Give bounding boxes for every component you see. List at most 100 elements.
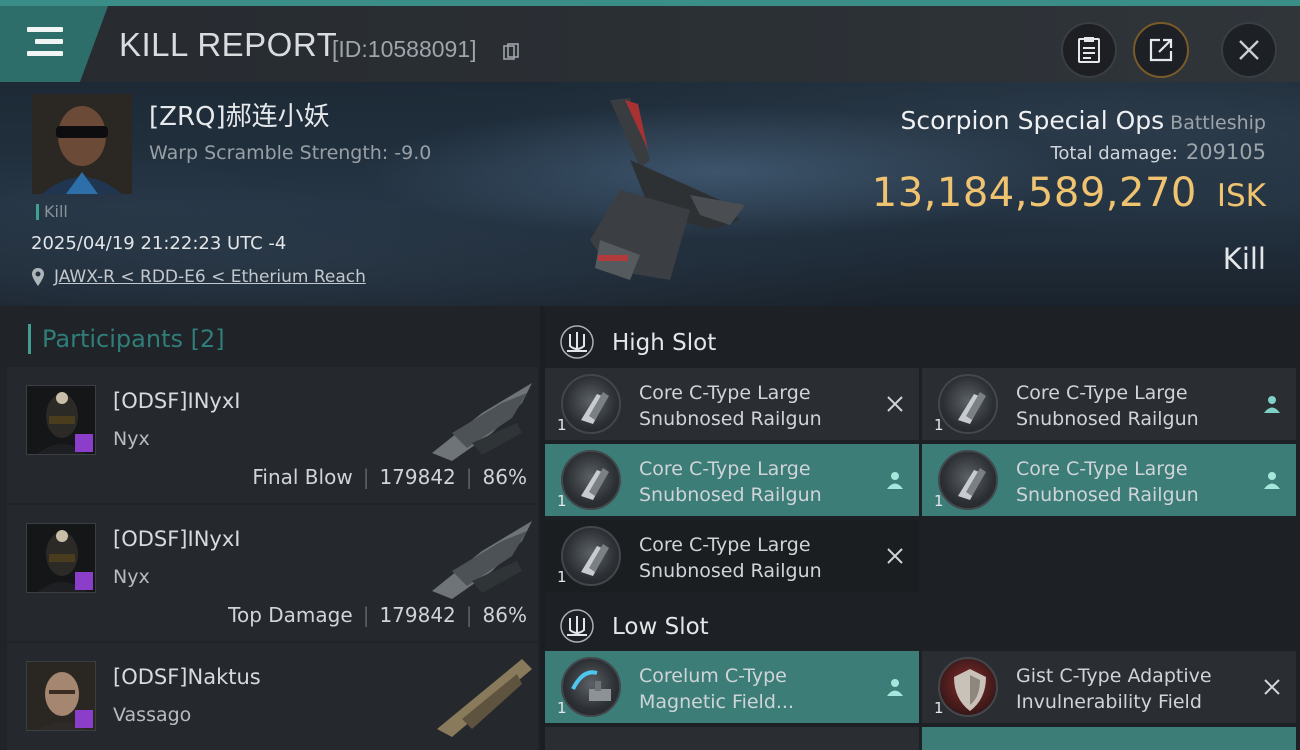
module-name: Core C-Type Large Snubnosed Railgun xyxy=(639,458,822,506)
person-icon xyxy=(887,472,903,489)
ship-name[interactable]: Scorpion Special Ops xyxy=(900,106,1164,135)
clipboard-icon xyxy=(1078,37,1100,63)
participant-ship-image xyxy=(437,659,532,737)
magnetic-field-module-icon xyxy=(561,657,621,717)
x-mark-icon xyxy=(887,548,903,564)
module-item[interactable]: 1 Core C-Type Large Snubnosed Railgun xyxy=(922,368,1296,440)
total-damage-value: 209105 xyxy=(1185,140,1266,164)
participant-avatar xyxy=(26,385,96,455)
corp-badge xyxy=(75,710,93,728)
module-name: Core C-Type Large Snubnosed Railgun xyxy=(639,382,822,430)
module-quantity: 1 xyxy=(934,416,944,434)
victim-name[interactable]: [ZRQ]郝连小妖 xyxy=(149,96,330,133)
corp-badge xyxy=(75,572,93,590)
module-name: Gist C-Type Adaptive Invulnerability Fie… xyxy=(1016,665,1212,713)
participant-name: [ODSF]Naktus xyxy=(113,665,261,689)
share-button[interactable] xyxy=(1133,22,1189,78)
participant-stats: Top Damage | 179842 | 86% xyxy=(228,603,527,627)
isk-value: 13,184,589,270 ISK xyxy=(872,170,1266,216)
participant-percent: 86% xyxy=(482,465,527,489)
low-slot-title: Low Slot xyxy=(612,614,709,640)
module-item[interactable]: 1 Core C-Type Large Snubnosed Railgun xyxy=(545,444,919,516)
result-label: Kill xyxy=(1222,242,1266,276)
participants-panel: Participants [2] [ODSF]INyxI Nyx Final B… xyxy=(0,306,540,750)
person-icon xyxy=(1264,396,1280,413)
slot-module-icon xyxy=(560,325,594,359)
kill-datetime: 2025/04/19 21:22:23 UTC -4 xyxy=(31,233,287,254)
ship-class: Battleship xyxy=(1170,112,1266,134)
close-button[interactable] xyxy=(1221,22,1277,78)
slot-module-icon xyxy=(560,609,594,643)
report-id: [ID:10588091] xyxy=(332,36,477,62)
total-damage: Total damage: 209105 xyxy=(1050,140,1266,164)
page-title: KILL REPORT xyxy=(119,26,338,63)
hamburger-menu-icon-bar xyxy=(27,51,63,56)
total-damage-label: Total damage: xyxy=(1050,143,1178,164)
participant-damage: 179842 xyxy=(379,603,456,627)
warp-scramble-strength: Warp Scramble Strength: -9.0 xyxy=(149,142,432,164)
railgun-module-icon xyxy=(561,374,621,434)
high-slot-title: High Slot xyxy=(612,330,717,356)
railgun-module-icon xyxy=(561,526,621,586)
module-name: Core C-Type Large Snubnosed Railgun xyxy=(639,534,822,582)
module-quantity: 1 xyxy=(557,568,567,586)
victim-summary: [ZRQ]郝连小妖 Warp Scramble Strength: -9.0 K… xyxy=(0,82,1300,306)
participant-ship: Nyx xyxy=(113,428,150,450)
module-item[interactable] xyxy=(922,727,1296,750)
participant-percent: 86% xyxy=(482,603,527,627)
module-quantity: 1 xyxy=(557,416,567,434)
participant-name: [ODSF]INyxI xyxy=(113,527,241,551)
victim-ship: Scorpion Special Ops Battleship xyxy=(900,106,1266,135)
victim-ship-image xyxy=(590,98,745,280)
participant-name: [ODSF]INyxI xyxy=(113,389,241,413)
shield-module-icon xyxy=(938,657,998,717)
person-icon xyxy=(887,679,903,696)
module-name: Corelum C-Type Magnetic Field... xyxy=(639,665,795,713)
header-bar: KILL REPORT [ID:10588091] xyxy=(0,0,1300,82)
module-item[interactable]: 1 Core C-Type Large Snubnosed Railgun xyxy=(922,444,1296,516)
hamburger-menu-icon-bar xyxy=(35,39,63,44)
menu-button[interactable] xyxy=(0,6,108,82)
location-pin-icon xyxy=(32,268,44,286)
module-item[interactable]: 1 Gist C-Type Adaptive Invulnerability F… xyxy=(922,651,1296,723)
fitting-panel: High Slot 1 Core C-Type Large Snubnosed … xyxy=(545,306,1300,750)
module-quantity: 1 xyxy=(557,492,567,510)
railgun-module-icon xyxy=(561,450,621,510)
module-quantity: 1 xyxy=(934,699,944,717)
share-icon xyxy=(1149,38,1173,62)
participants-title: Participants [2] xyxy=(28,324,225,354)
event-type-tag: Kill xyxy=(36,204,68,220)
participant-ship-image xyxy=(432,383,532,461)
module-name: Core C-Type Large Snubnosed Railgun xyxy=(1016,458,1199,506)
railgun-module-icon xyxy=(938,374,998,434)
participant-ship: Vassago xyxy=(113,704,192,726)
person-icon xyxy=(1264,472,1280,489)
clipboard-button[interactable] xyxy=(1061,22,1117,78)
module-item[interactable]: 1 Core C-Type Large Snubnosed Railgun xyxy=(545,368,919,440)
x-mark-icon xyxy=(887,396,903,412)
victim-portrait[interactable] xyxy=(32,94,132,194)
isk-amount: 13,184,589,270 xyxy=(871,170,1197,216)
participant-row[interactable]: [ODSF]Naktus Vassago xyxy=(7,643,538,750)
low-slot-header: Low Slot xyxy=(545,594,1300,656)
module-item[interactable]: 1 Core C-Type Large Snubnosed Railgun xyxy=(545,520,919,592)
participant-role: Top Damage xyxy=(228,603,353,627)
participant-damage: 179842 xyxy=(379,465,456,489)
participant-ship-image xyxy=(432,521,532,599)
participant-ship: Nyx xyxy=(113,566,150,588)
module-quantity: 1 xyxy=(934,492,944,510)
copy-icon[interactable] xyxy=(503,43,519,61)
module-item[interactable] xyxy=(545,727,919,750)
participant-row[interactable]: [ODSF]INyxI Nyx Top Damage | 179842 | 86% xyxy=(7,505,538,641)
corp-badge xyxy=(75,434,93,452)
participant-stats: Final Blow | 179842 | 86% xyxy=(252,465,527,489)
participant-row[interactable]: [ODSF]INyxI Nyx Final Blow | 179842 | 86% xyxy=(7,367,538,503)
module-quantity: 1 xyxy=(557,699,567,717)
module-name: Core C-Type Large Snubnosed Railgun xyxy=(1016,382,1199,430)
close-icon xyxy=(1239,40,1259,60)
location-text[interactable]: JAWX-R < RDD-E6 < Etherium Reach xyxy=(54,267,366,287)
participant-avatar xyxy=(26,661,96,731)
isk-unit: ISK xyxy=(1216,178,1266,214)
x-mark-icon xyxy=(1264,679,1280,695)
module-item[interactable]: 1 Corelum C-Type Magnetic Field... xyxy=(545,651,919,723)
